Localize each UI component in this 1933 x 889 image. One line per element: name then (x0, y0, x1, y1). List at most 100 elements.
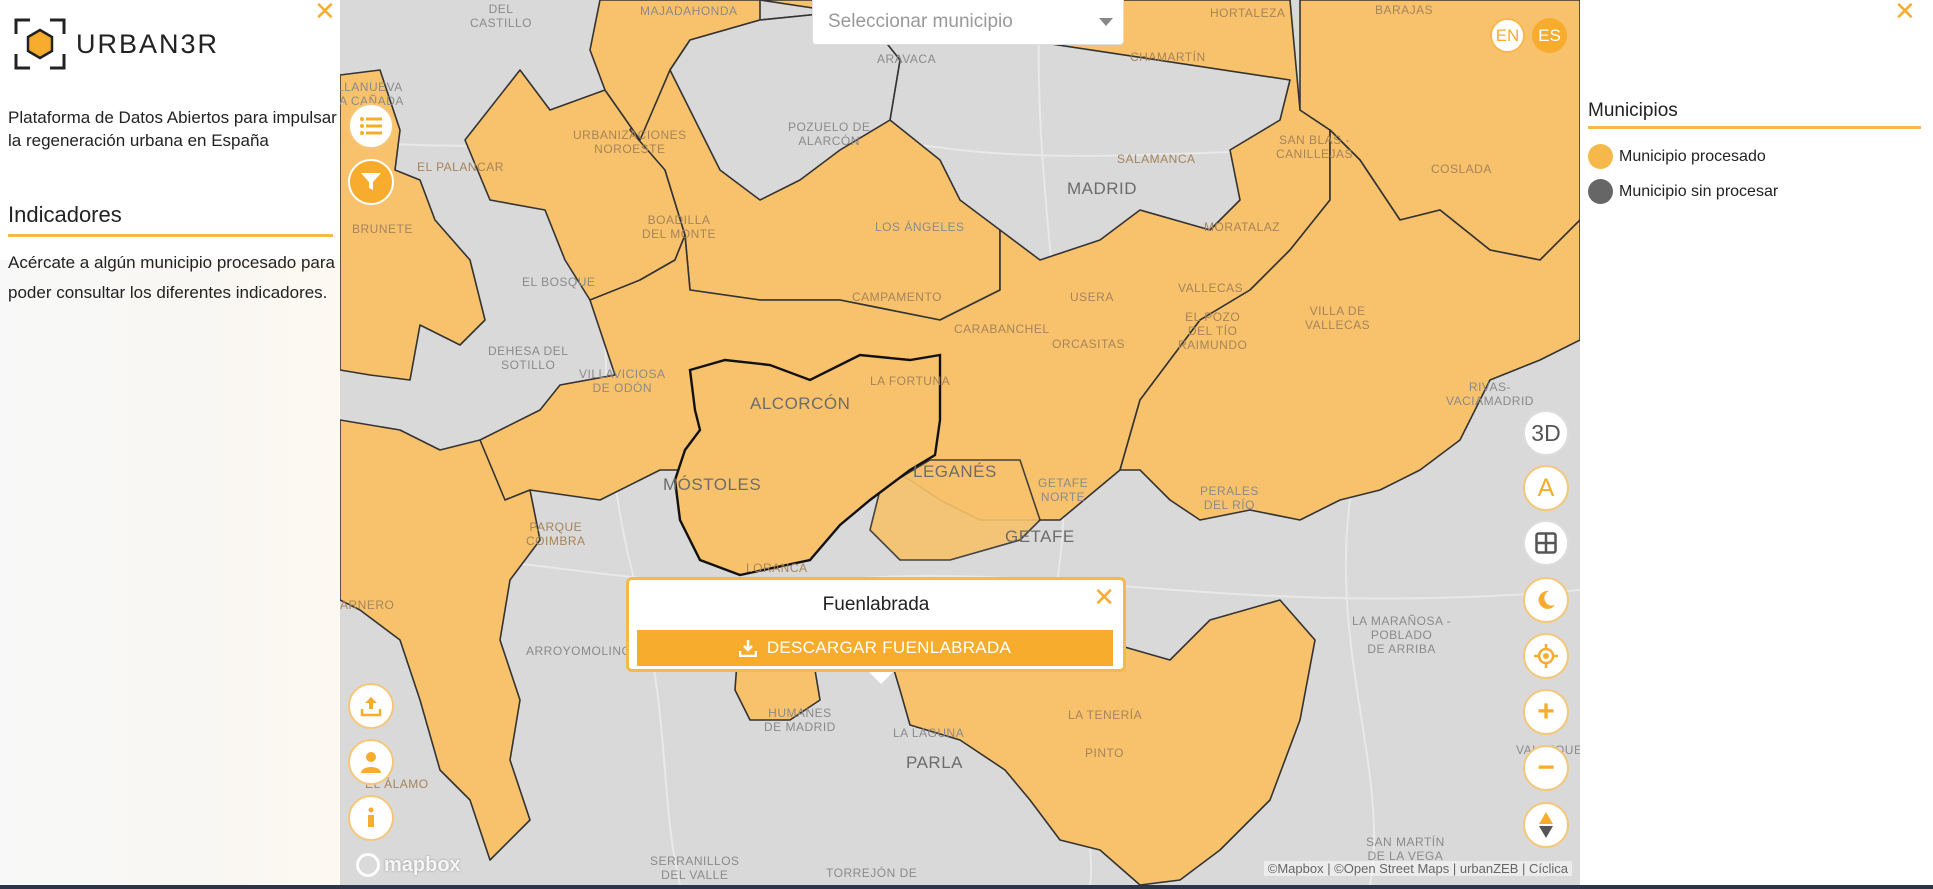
grid-toggle-button[interactable] (1523, 520, 1569, 566)
map-label: COSLADA (1431, 162, 1492, 176)
map-label: VILLA DE VALLECAS (1305, 304, 1371, 332)
close-legend-panel-icon[interactable]: ✕ (1894, 0, 1916, 24)
popup-tip (869, 672, 893, 684)
dark-mode-button[interactable] (1523, 577, 1569, 623)
map-label: BRUNETE (352, 222, 413, 236)
map-label: ARAVACA (877, 52, 937, 66)
brand-name: URBAN3R (76, 28, 220, 59)
left-panel-background-map (0, 260, 340, 885)
upload-button[interactable] (348, 683, 394, 729)
urban3r-logo-icon (14, 18, 66, 70)
map-label: MADRID (1067, 179, 1138, 198)
map-label: ORCASITAS (1052, 337, 1125, 351)
indicators-hint: Acércate a algún municipio procesado par… (8, 253, 335, 302)
map-label: MAJADAHONDA (640, 4, 738, 18)
map-label: SAN BLAS - CANILLEJAS (1276, 133, 1354, 161)
map-canvas[interactable]: DEL CASTILLO MAJADAHONDA ARAVACA HORTALEZ… (340, 0, 1580, 885)
mapbox-logo[interactable]: mapbox (356, 853, 461, 877)
close-popup-icon[interactable]: ✕ (1093, 584, 1115, 610)
map-label: PINTO (1085, 746, 1124, 760)
compass-icon (1539, 812, 1553, 838)
map-label: ARROYOMOLINOS (526, 644, 640, 658)
brand-logo: URBAN3R (14, 18, 219, 70)
layers-list-button[interactable] (348, 103, 394, 149)
language-en-button[interactable]: EN (1490, 18, 1525, 53)
crosshair-icon (1534, 644, 1558, 668)
grid-icon (1535, 532, 1557, 554)
left-panel: URBAN3R ✕ Plataforma de Datos Abiertos p… (0, 0, 340, 885)
map-label: LORANCA (746, 561, 808, 575)
map-label: DEL CASTILLO (470, 2, 533, 30)
map-label: LOS ÁNGELES (875, 220, 965, 234)
unprocessed-color-swatch (1588, 179, 1613, 204)
legend-item-processed: Municipio procesado (1588, 144, 1766, 169)
map-label: EL POZO DEL TÍO RAIMUNDO (1178, 310, 1248, 352)
close-left-panel-icon[interactable]: ✕ (314, 0, 336, 24)
list-icon (360, 117, 382, 135)
filter-icon (361, 173, 381, 190)
map-label: LA MARAÑOSA - POBLADO DE ARRIBA (1352, 614, 1452, 656)
zoom-in-button[interactable]: + (1523, 689, 1569, 735)
map-label: CARABANCHEL (954, 322, 1050, 336)
toggle-3d-button[interactable]: 3D (1523, 410, 1569, 456)
map-label: ARNERO (340, 598, 395, 612)
map-label: SAN MARTÍN DE LA VEGA (1366, 835, 1445, 863)
map-label: GETAFE NORTE (1038, 476, 1089, 504)
info-button[interactable] (348, 795, 394, 841)
popup-title: Fuenlabrada (822, 594, 930, 615)
map-label: VALLECAS (1178, 281, 1244, 295)
legend-title: Municipios (1588, 100, 1921, 129)
user-icon (361, 752, 381, 773)
labels-toggle-button[interactable]: A (1523, 465, 1569, 511)
locate-button[interactable] (1523, 633, 1569, 679)
indicators-title: Indicadores (8, 202, 333, 237)
municipality-popup: Fuenlabrada ✕ DESCARGAR FUENLABRADA (626, 577, 1126, 684)
upload-icon (360, 697, 382, 717)
bottom-strip (0, 885, 1933, 889)
map-label: CHAMARTÍN (1130, 50, 1206, 64)
map-attribution[interactable]: ©Mapbox | ©Open Street Maps | urbanZEB |… (1263, 861, 1572, 876)
legend-label-unprocessed: Municipio sin procesar (1619, 182, 1779, 200)
municipality-select[interactable]: Seleccionar municipio (812, 0, 1124, 45)
info-icon (368, 807, 374, 827)
moon-icon (1538, 590, 1555, 609)
map-label: BARAJAS (1375, 3, 1434, 17)
download-municipality-button[interactable]: DESCARGAR FUENLABRADA (637, 630, 1113, 666)
language-es-button[interactable]: ES (1532, 18, 1567, 53)
user-button[interactable] (348, 739, 394, 785)
map-label: HORTALEZA (1210, 6, 1286, 20)
map-label: PARLA (906, 753, 963, 772)
municipality-select-placeholder: Seleccionar municipio (828, 11, 1013, 32)
map-label: HUMANES DE MADRID (764, 706, 836, 734)
processed-color-swatch (1588, 144, 1613, 169)
app-root: URBAN3R ✕ Plataforma de Datos Abiertos p… (0, 0, 1933, 889)
map-label: CAMPAMENTO (852, 290, 942, 304)
map-label: ALCORCÓN (750, 394, 851, 413)
map-label: EL PALANCAR (417, 160, 504, 174)
map-label: VILLAVICIOSA DE ODÓN (579, 367, 666, 395)
compass-button[interactable] (1523, 802, 1569, 848)
map-label: GETAFE (1005, 527, 1075, 546)
mapbox-icon (356, 853, 380, 877)
map-label: MORATALAZ (1204, 220, 1281, 234)
map-label: SERRANILLOS DEL VALLE (650, 854, 740, 882)
download-icon (738, 640, 757, 657)
mapbox-wordmark: mapbox (384, 853, 461, 876)
download-label: DESCARGAR FUENLABRADA (766, 638, 1012, 657)
map-label: EL BOSQUE (522, 275, 596, 289)
map-label: RIVAS- VACIAMADRID (1446, 380, 1534, 408)
platform-description: Plataforma de Datos Abiertos para impuls… (8, 108, 337, 150)
map-label: DEHESA DEL SOTILLO (488, 344, 569, 372)
map-label: LEGANÉS (913, 462, 997, 481)
legend-label-processed: Municipio procesado (1619, 147, 1766, 165)
map-label: MÓSTOLES (663, 475, 762, 494)
zoom-out-button[interactable]: − (1523, 745, 1569, 791)
map-label: PARQUE COIMBRA (526, 520, 586, 548)
map-label: TORREJÓN DE (826, 866, 918, 880)
map-label: SALAMANCA (1117, 152, 1196, 166)
filter-button[interactable] (348, 159, 394, 205)
legend-panel: ✕ Municipios Municipio procesado Municip… (1580, 0, 1933, 885)
map-label: LA TENERÍA (1068, 708, 1143, 722)
map-label: POZUELO DE ALARCÓN (788, 120, 871, 148)
map-label: URBANIZACIONES NOROESTE (573, 128, 687, 156)
